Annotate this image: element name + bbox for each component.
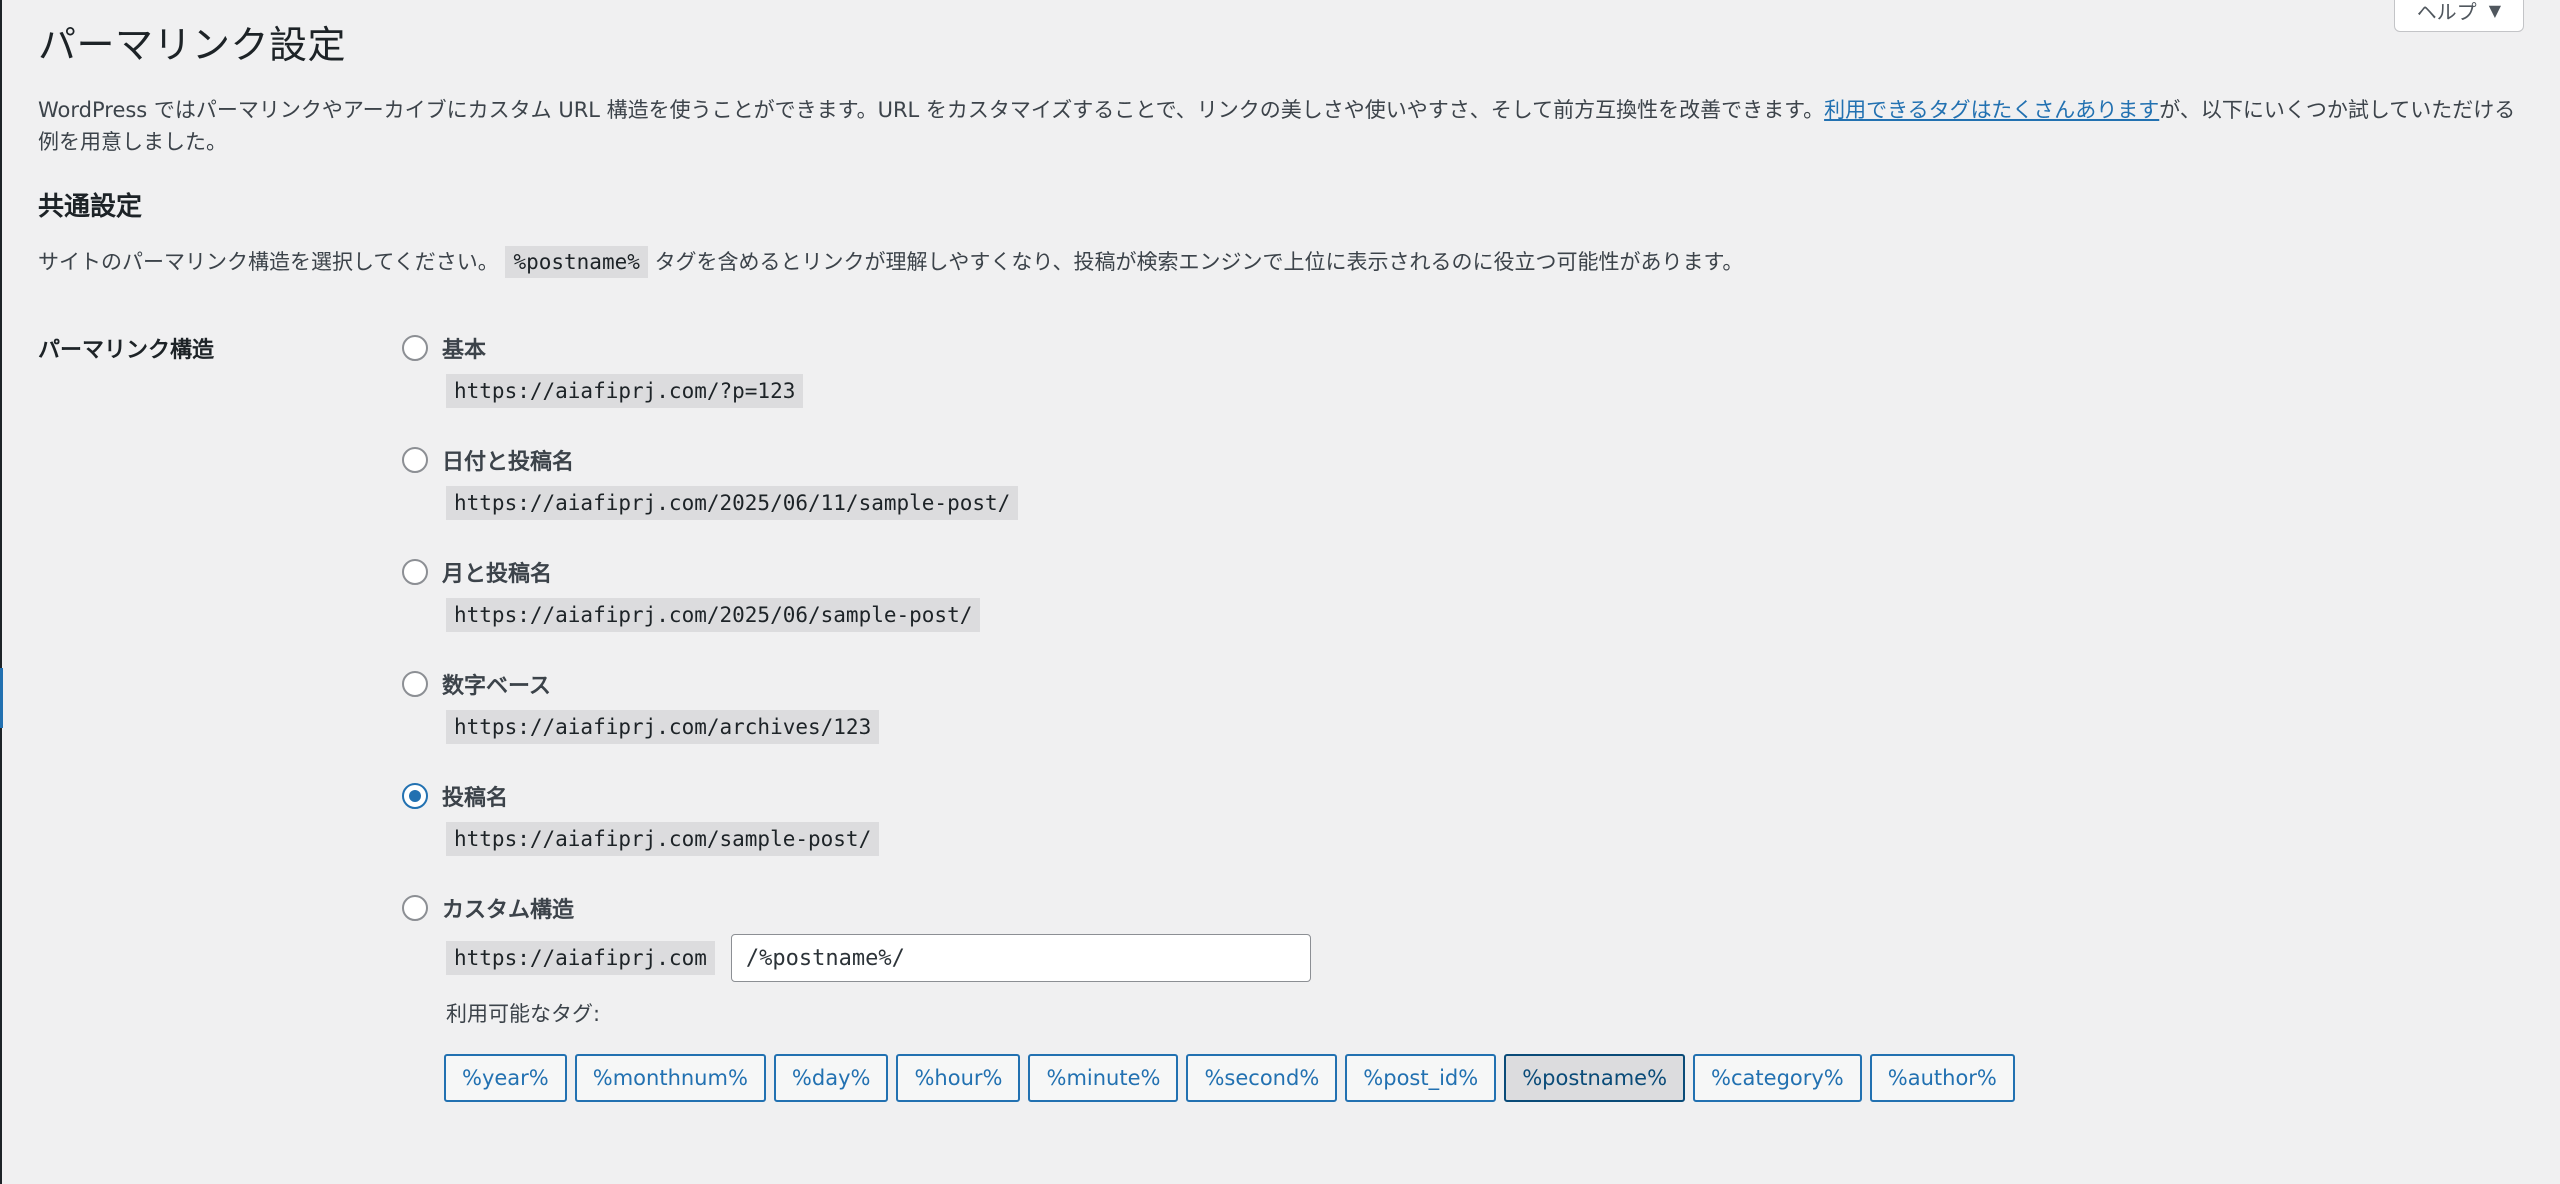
- option-month-and-name-example: https://aiafiprj.com/2025/06/sample-post…: [446, 598, 981, 632]
- available-tags-label: 利用可能なタグ:: [446, 1002, 601, 1026]
- option-numeric-example: https://aiafiprj.com/archives/123: [446, 710, 880, 744]
- tag-button-category[interactable]: %category%: [1693, 1054, 1862, 1102]
- option-plain-example: https://aiafiprj.com/?p=123: [446, 374, 804, 408]
- help-button[interactable]: ヘルプ ▼: [2393, 0, 2524, 32]
- option-post-name-label[interactable]: 投稿名: [442, 780, 508, 812]
- common-settings-desc-after: タグを含めるとリンクが理解しやすくなり、投稿が検索エンジンで上位に表示されるのに…: [654, 250, 1744, 274]
- option-plain-label[interactable]: 基本: [442, 332, 486, 364]
- caret-down-icon: ▼: [2488, 0, 2501, 20]
- window-left-edge: [0, 0, 2, 1184]
- postname-code: %postname%: [505, 246, 648, 278]
- option-custom-structure[interactable]: カスタム構造 https://aiafiprj.com /%postname%/: [402, 890, 2502, 1002]
- tag-button-hour[interactable]: %hour%: [896, 1054, 1021, 1102]
- radio-custom-structure[interactable]: [402, 895, 428, 921]
- option-numeric[interactable]: 数字ベース https://aiafiprj.com/archives/123: [402, 666, 2502, 778]
- tag-button-second[interactable]: %second%: [1186, 1054, 1338, 1102]
- tag-button-author[interactable]: %author%: [1869, 1054, 2015, 1102]
- option-day-and-name-example: https://aiafiprj.com/2025/06/11/sample-p…: [446, 486, 1019, 520]
- radio-month-and-name[interactable]: [402, 559, 428, 585]
- option-month-and-name[interactable]: 月と投稿名 https://aiafiprj.com/2025/06/sampl…: [402, 554, 2502, 666]
- tag-button-year[interactable]: %year%: [444, 1054, 567, 1102]
- intro-text-before: WordPress ではパーマリンクやアーカイブにカスタム URL 構造を使うこ…: [38, 98, 1825, 122]
- option-plain[interactable]: 基本 https://aiafiprj.com/?p=123: [402, 330, 2502, 442]
- tag-button-postname[interactable]: %postname%: [1504, 1054, 1686, 1102]
- option-numeric-label[interactable]: 数字ベース: [442, 668, 551, 700]
- radio-plain[interactable]: [402, 335, 428, 361]
- common-settings-desc-before: サイトのパーマリンク構造を選択してください。: [38, 250, 499, 274]
- tag-button-post-id[interactable]: %post_id%: [1345, 1054, 1497, 1102]
- tag-button-monthnum[interactable]: %monthnum%: [574, 1054, 766, 1102]
- window-left-edge-accent: [0, 668, 3, 728]
- permalink-structure-label: パーマリンク構造: [38, 338, 215, 363]
- option-post-name-example: https://aiafiprj.com/sample-post/: [446, 822, 880, 856]
- radio-post-name[interactable]: [402, 783, 428, 809]
- common-settings-description: サイトのパーマリンク構造を選択してください。 %postname% タグを含める…: [38, 244, 1743, 280]
- custom-base-url: https://aiafiprj.com: [446, 941, 715, 975]
- common-settings-heading: 共通設定: [38, 192, 143, 222]
- custom-structure-input[interactable]: /%postname%/: [730, 934, 1311, 982]
- permalink-options: 基本 https://aiafiprj.com/?p=123 日付と投稿名 ht…: [402, 330, 2502, 1002]
- option-month-and-name-label[interactable]: 月と投稿名: [442, 556, 552, 588]
- option-post-name[interactable]: 投稿名 https://aiafiprj.com/sample-post/: [402, 778, 2502, 890]
- custom-structure-row: https://aiafiprj.com /%postname%/: [446, 934, 1311, 982]
- available-tags: %year% %monthnum% %day% %hour% %minute% …: [444, 1054, 2015, 1102]
- tag-button-minute[interactable]: %minute%: [1028, 1054, 1179, 1102]
- option-custom-structure-label[interactable]: カスタム構造: [442, 892, 574, 924]
- option-day-and-name[interactable]: 日付と投稿名 https://aiafiprj.com/2025/06/11/s…: [402, 442, 2502, 554]
- tag-button-day[interactable]: %day%: [773, 1054, 889, 1102]
- page-title: パーマリンク設定: [38, 23, 347, 67]
- option-day-and-name-label[interactable]: 日付と投稿名: [442, 444, 574, 476]
- help-button-label: ヘルプ: [2416, 0, 2477, 24]
- radio-numeric[interactable]: [402, 671, 428, 697]
- intro-text: WordPress ではパーマリンクやアーカイブにカスタム URL 構造を使うこ…: [38, 94, 2528, 158]
- available-tags-link[interactable]: 利用できるタグはたくさんあります: [1824, 98, 2159, 122]
- radio-day-and-name[interactable]: [402, 447, 428, 473]
